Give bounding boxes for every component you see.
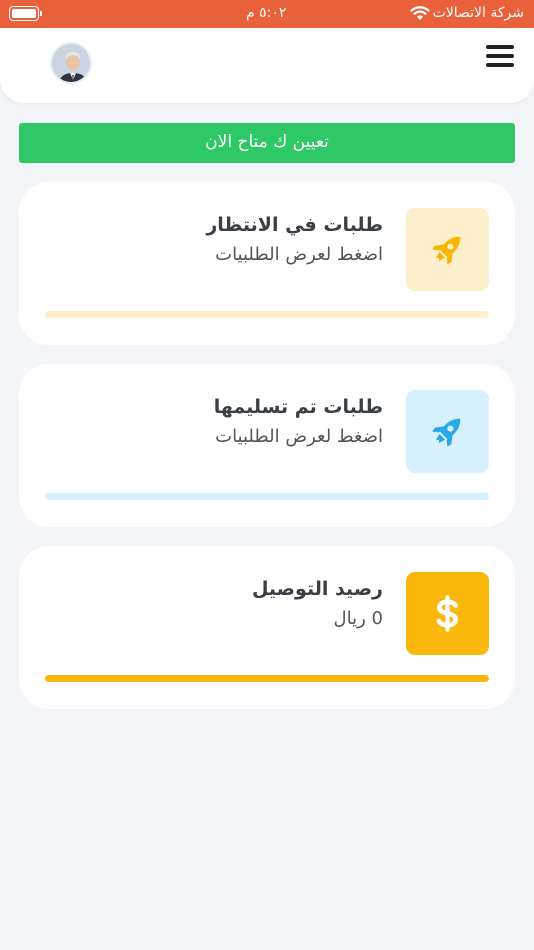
pending-orders-icon-box [406, 208, 489, 291]
set-available-button[interactable]: تعيين ك متاح الان [19, 123, 515, 163]
delivered-orders-icon-box [406, 390, 489, 473]
balance-amount: 0 ريال [333, 608, 383, 629]
app-header [0, 28, 534, 103]
hamburger-menu-icon[interactable] [486, 44, 514, 70]
delivered-orders-card[interactable]: طلبات تم تسليمها اضغط لعرض الطلبيات [19, 364, 515, 527]
progress-bar [45, 311, 489, 318]
status-time: ٥:٠٢ م [246, 5, 287, 21]
wifi-icon [410, 6, 430, 20]
rocket-icon [432, 236, 461, 265]
delivery-balance-icon-box [406, 572, 489, 655]
card-subtitle: اضغط لعرض الطلبيات [215, 244, 383, 265]
pending-orders-card[interactable]: طلبات في الانتظار اضغط لعرض الطلبيات [19, 182, 515, 345]
status-bar: شركة الاتصالات ٥:٠٢ م [0, 0, 534, 28]
battery-icon [9, 6, 42, 21]
carrier-name: شركة الاتصالات [432, 5, 524, 21]
dollar-icon [436, 595, 458, 632]
rocket-icon [432, 418, 461, 447]
user-avatar[interactable] [50, 42, 92, 84]
card-subtitle: اضغط لعرض الطلبيات [215, 426, 383, 447]
progress-bar [45, 493, 489, 500]
progress-bar [45, 675, 489, 682]
card-title: رصيد التوصيل [251, 578, 383, 600]
delivery-balance-card[interactable]: رصيد التوصيل 0 ريال [19, 546, 515, 709]
card-title: طلبات تم تسليمها [213, 396, 383, 418]
card-title: طلبات في الانتظار [206, 214, 383, 236]
